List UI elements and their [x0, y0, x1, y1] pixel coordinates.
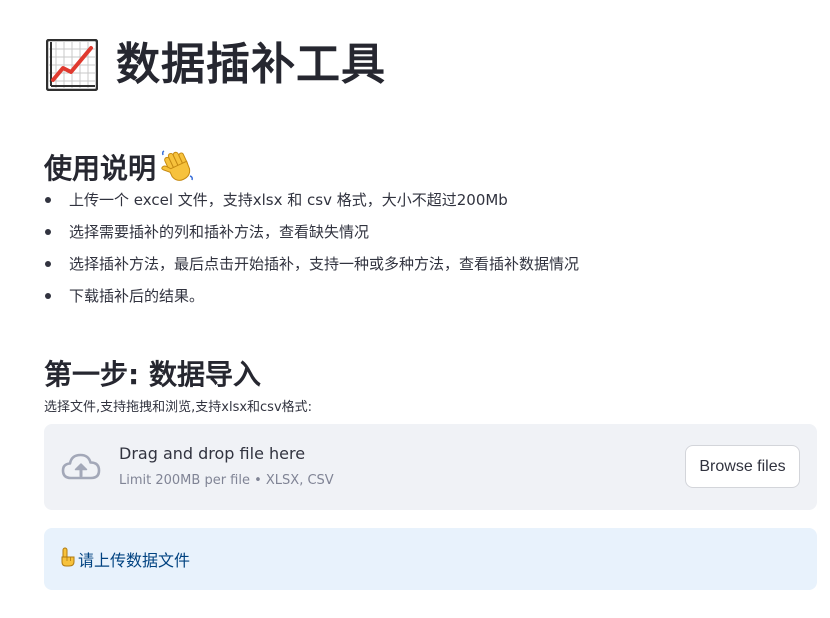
- browse-files-button[interactable]: Browse files: [685, 445, 800, 488]
- list-item: 下载插补后的结果。: [44, 280, 579, 312]
- list-item: 上传一个 excel 文件，支持xlsx 和 csv 格式，大小不超过200Mb: [44, 184, 579, 216]
- info-alert-content: 请上传数据文件: [60, 547, 190, 572]
- file-dropzone[interactable]: Drag and drop file here Limit 200MB per …: [44, 424, 817, 510]
- usage-heading: 使用说明: [44, 149, 194, 188]
- usage-heading-text: 使用说明: [44, 151, 157, 185]
- pointing-up-icon: [60, 547, 76, 572]
- waving-hand-icon: [160, 149, 194, 188]
- page-title: 数据插补工具: [116, 39, 386, 90]
- usage-instruction-list: 上传一个 excel 文件，支持xlsx 和 csv 格式，大小不超过200Mb…: [44, 184, 579, 312]
- uploader-label: 选择文件,支持拖拽和浏览,支持xlsx和csv格式:: [44, 400, 313, 415]
- step1-heading: 第一步: 数据导入: [44, 358, 261, 392]
- list-item: 选择需要插补的列和插补方法，查看缺失情况: [44, 216, 579, 248]
- cloud-upload-icon: [60, 450, 102, 484]
- dropzone-text: Drag and drop file here Limit 200MB per …: [119, 444, 334, 488]
- list-item: 选择插补方法，最后点击开始插补，支持一种或多种方法，查看插补数据情况: [44, 248, 579, 280]
- dropzone-instructions: Drag and drop file here: [119, 444, 306, 463]
- info-alert: 请上传数据文件: [44, 528, 817, 590]
- chart-increasing-icon: [45, 38, 99, 92]
- dropzone-limit-text: Limit 200MB per file • XLSX, CSV: [119, 473, 334, 488]
- title-row: 数据插补工具: [45, 34, 386, 96]
- info-alert-text: 请上传数据文件: [78, 551, 191, 570]
